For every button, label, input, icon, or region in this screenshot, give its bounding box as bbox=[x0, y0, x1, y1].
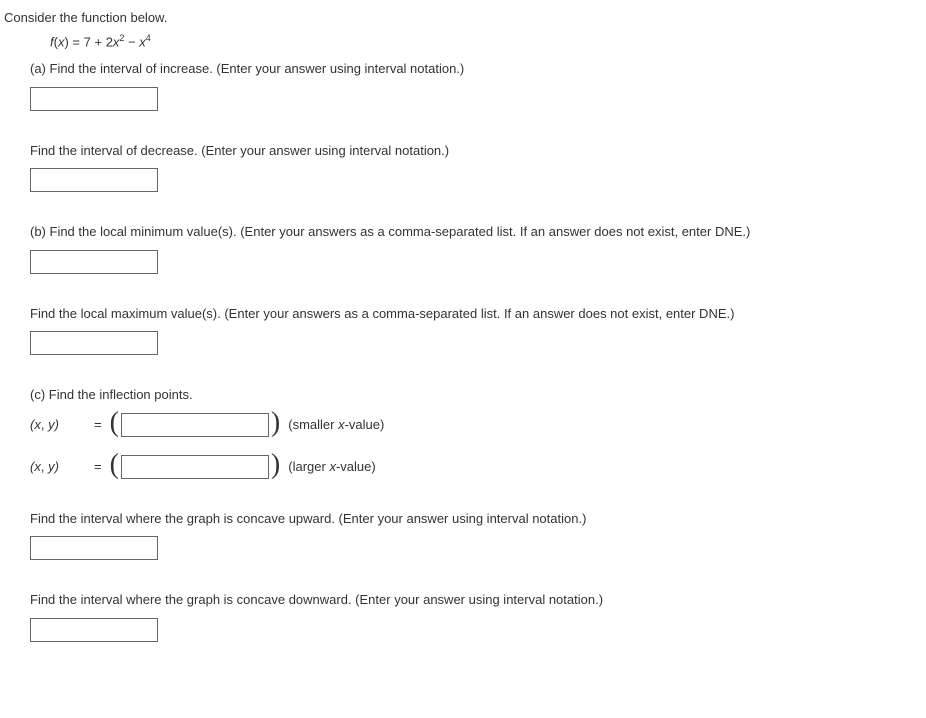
part-c-concave-up: Find the interval where the graph is con… bbox=[30, 509, 926, 561]
inflection-row-smaller: (x, y) = ( ) (smaller x-value) bbox=[30, 413, 926, 437]
input-local-min[interactable] bbox=[30, 250, 158, 274]
equals-1: = bbox=[94, 415, 102, 435]
input-interval-increase[interactable] bbox=[30, 87, 158, 111]
prompt-a-increase: (a) Find the interval of increase. (Ente… bbox=[30, 59, 926, 79]
hint-smaller: (smaller x-value) bbox=[288, 415, 384, 435]
plus-sign: + bbox=[91, 34, 106, 49]
prompt-c-inflection: (c) Find the inflection points. bbox=[30, 385, 926, 405]
coef-2: 2 bbox=[106, 34, 113, 49]
part-a-increase: (a) Find the interval of increase. (Ente… bbox=[30, 59, 926, 111]
input-inflection-smaller[interactable] bbox=[121, 413, 269, 437]
part-b-max: Find the local maximum value(s). (Enter … bbox=[30, 304, 926, 356]
term-7: 7 bbox=[84, 34, 91, 49]
part-c-concave-down: Find the interval where the graph is con… bbox=[30, 590, 926, 642]
prompt-b-min: (b) Find the local minimum value(s). (En… bbox=[30, 222, 926, 242]
part-b-min: (b) Find the local minimum value(s). (En… bbox=[30, 222, 926, 274]
hint-larger: (larger x-value) bbox=[288, 457, 375, 477]
exp-4: 4 bbox=[146, 33, 151, 43]
prompt-b-max: Find the local maximum value(s). (Enter … bbox=[30, 304, 926, 324]
input-inflection-larger[interactable] bbox=[121, 455, 269, 479]
prompt-a-decrease: Find the interval of decrease. (Enter yo… bbox=[30, 141, 926, 161]
equals-2: = bbox=[94, 457, 102, 477]
input-concave-up[interactable] bbox=[30, 536, 158, 560]
prompt-concave-down: Find the interval where the graph is con… bbox=[30, 590, 926, 610]
input-local-max[interactable] bbox=[30, 331, 158, 355]
xy-label-2: (x, y) bbox=[30, 457, 88, 477]
part-a-decrease: Find the interval of decrease. (Enter yo… bbox=[30, 141, 926, 193]
inflection-row-larger: (x, y) = ( ) (larger x-value) bbox=[30, 455, 926, 479]
input-concave-down[interactable] bbox=[30, 618, 158, 642]
intro-text: Consider the function below. bbox=[4, 8, 926, 28]
function-formula: f(x) = 7 + 2x2 − x4 bbox=[50, 32, 926, 52]
paren-close-eq: ) = bbox=[64, 34, 83, 49]
prompt-concave-up: Find the interval where the graph is con… bbox=[30, 509, 926, 529]
minus-sign: − bbox=[124, 34, 139, 49]
part-c-inflection: (c) Find the inflection points. (x, y) =… bbox=[30, 385, 926, 479]
xy-label-1: (x, y) bbox=[30, 415, 88, 435]
input-interval-decrease[interactable] bbox=[30, 168, 158, 192]
